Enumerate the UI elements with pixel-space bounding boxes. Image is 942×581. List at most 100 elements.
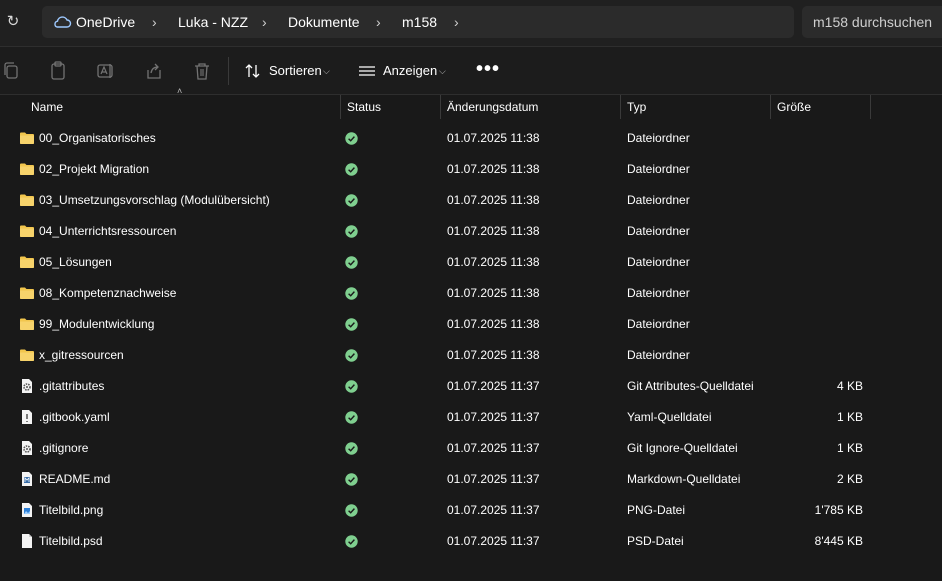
- modified-date: 01.07.2025 11:37: [447, 410, 540, 424]
- file-name: 04_Unterrichtsressourcen: [39, 224, 177, 238]
- file-size: 4 KB: [836, 379, 863, 393]
- column-separator[interactable]: [340, 95, 341, 119]
- chevron-down-icon: ⌵: [323, 66, 330, 76]
- more-options-button[interactable]: •••: [476, 57, 500, 85]
- modified-date: 01.07.2025 11:38: [447, 162, 540, 176]
- file-row[interactable]: README.md 01.07.2025 11:37 Markdown-Quelld…: [0, 464, 942, 495]
- chevron-right-icon[interactable]: ›: [152, 6, 157, 38]
- folder-icon: [20, 132, 34, 144]
- column-separator[interactable]: [440, 95, 441, 119]
- modified-date: 01.07.2025 11:38: [447, 348, 540, 362]
- folder-icon: [20, 225, 34, 237]
- column-separator[interactable]: [770, 95, 771, 119]
- chevron-down-icon: ⌵: [439, 66, 446, 76]
- file-row[interactable]: .gitignore 01.07.2025 11:37 Git Ignore-Que…: [0, 433, 942, 464]
- breadcrumb-luka-nzz[interactable]: Luka - NZZ: [178, 6, 248, 38]
- column-header-status[interactable]: Status: [347, 95, 381, 119]
- file-type: PSD-Datei: [627, 534, 684, 548]
- file-row[interactable]: 08_Kompetenznachweise 01.07.2025 11:38 Dat…: [0, 278, 942, 309]
- file-row[interactable]: x_gitressourcen 01.07.2025 11:38 Dateiordn…: [0, 340, 942, 371]
- file-name: .gitignore: [39, 441, 89, 455]
- sync-status-check-icon: [345, 163, 358, 176]
- sync-status-check-icon: [345, 504, 358, 517]
- chevron-right-icon[interactable]: ›: [376, 6, 381, 38]
- file-type: Dateiordner: [627, 193, 690, 207]
- view-label: Anzeigen: [383, 63, 438, 78]
- file-row[interactable]: 04_Unterrichtsressourcen 01.07.2025 11:38…: [0, 216, 942, 247]
- sync-status-check-icon: [345, 411, 358, 424]
- sync-status-check-icon: [345, 349, 358, 362]
- column-header-modified[interactable]: Änderungsdatum: [447, 95, 538, 119]
- gear-file-icon: [22, 441, 32, 455]
- modified-date: 01.07.2025 11:37: [447, 379, 540, 393]
- refresh-icon[interactable]: ↻: [4, 12, 22, 32]
- modified-date: 01.07.2025 11:38: [447, 317, 540, 331]
- file-row[interactable]: 99_Modulentwicklung 01.07.2025 11:38 Datei…: [0, 309, 942, 340]
- address-bar[interactable]: OneDrive › Luka - NZZ › Dokumente › m158…: [42, 6, 794, 38]
- breadcrumb-dokumente[interactable]: Dokumente: [288, 6, 360, 38]
- breadcrumb-onedrive[interactable]: OneDrive: [76, 6, 135, 38]
- file-row[interactable]: 00_Organisatorisches 01.07.2025 11:38 Date…: [0, 123, 942, 154]
- address-bar-row: ↻ OneDrive › Luka - NZZ › Dokumente › m1…: [0, 0, 942, 46]
- column-separator[interactable]: [870, 95, 871, 119]
- column-header-size[interactable]: Größe: [777, 95, 811, 119]
- view-button[interactable]: Anzeigen ⌵: [358, 57, 452, 85]
- file-type: Dateiordner: [627, 255, 690, 269]
- file-name: 08_Kompetenznachweise: [39, 286, 177, 300]
- script-file-icon: [22, 410, 32, 424]
- markdown-file-icon: [22, 472, 32, 486]
- folder-icon: [20, 318, 34, 330]
- rename-icon[interactable]: [97, 61, 115, 81]
- file-type: Dateiordner: [627, 131, 690, 145]
- toolbar-separator: [228, 57, 229, 85]
- folder-icon: [20, 287, 34, 299]
- file-name: x_gitressourcen: [39, 348, 124, 362]
- copy-icon[interactable]: [2, 61, 20, 81]
- sort-button[interactable]: Sortieren ⌵: [244, 57, 336, 85]
- column-header-name[interactable]: Name: [31, 95, 63, 119]
- file-row[interactable]: .gitattributes 01.07.2025 11:37 Git Attrib…: [0, 371, 942, 402]
- folder-icon: [20, 194, 34, 206]
- file-type: PNG-Datei: [627, 503, 686, 517]
- file-type: Markdown-Quelldatei: [627, 472, 741, 486]
- modified-date: 01.07.2025 11:38: [447, 193, 540, 207]
- file-type: Yaml-Quelldatei: [627, 410, 712, 424]
- view-icon: [359, 66, 375, 76]
- chevron-right-icon[interactable]: ›: [454, 6, 459, 38]
- file-row[interactable]: Titelbild.psd 01.07.2025 11:37 PSD-Datei 8'…: [0, 526, 942, 557]
- modified-date: 01.07.2025 11:38: [447, 255, 540, 269]
- sync-status-check-icon: [345, 318, 358, 331]
- folder-icon: [20, 163, 34, 175]
- file-row[interactable]: 02_Projekt Migration 01.07.2025 11:38 Date…: [0, 154, 942, 185]
- delete-icon[interactable]: [193, 61, 211, 81]
- share-icon[interactable]: [145, 61, 163, 81]
- sync-status-check-icon: [345, 380, 358, 393]
- modified-date: 01.07.2025 11:38: [447, 224, 540, 238]
- file-name: Titelbild.psd: [39, 534, 103, 548]
- modified-date: 01.07.2025 11:38: [447, 286, 540, 300]
- sync-status-check-icon: [345, 132, 358, 145]
- file-size: 1'785 KB: [814, 503, 863, 517]
- modified-date: 01.07.2025 11:38: [447, 131, 540, 145]
- file-type: Dateiordner: [627, 317, 690, 331]
- sort-icon: [245, 64, 260, 78]
- file-row[interactable]: Titelbild.png 01.07.2025 11:37 PNG-Datei 1'…: [0, 495, 942, 526]
- file-type: Dateiordner: [627, 162, 690, 176]
- modified-date: 01.07.2025 11:37: [447, 503, 540, 517]
- file-size: 1 KB: [836, 410, 863, 424]
- chevron-right-icon[interactable]: ›: [262, 6, 267, 38]
- sync-status-check-icon: [345, 473, 358, 486]
- file-row[interactable]: .gitbook.yaml 01.07.2025 11:37 Yaml-Quelld…: [0, 402, 942, 433]
- breadcrumb-m158[interactable]: m158: [402, 6, 437, 38]
- column-header-type[interactable]: Typ: [627, 95, 646, 119]
- cloud-icon: [54, 16, 72, 28]
- sort-label: Sortieren: [269, 63, 322, 78]
- file-size: 1 KB: [836, 441, 863, 455]
- file-row[interactable]: 03_Umsetzungsvorschlag (Modulübersicht) 0…: [0, 185, 942, 216]
- sync-status-check-icon: [345, 287, 358, 300]
- column-separator[interactable]: [620, 95, 621, 119]
- folder-icon: [20, 349, 34, 361]
- search-input[interactable]: m158 durchsuchen: [802, 6, 942, 38]
- paste-icon[interactable]: [49, 61, 67, 81]
- file-row[interactable]: 05_Lösungen 01.07.2025 11:38 Dateiordner: [0, 247, 942, 278]
